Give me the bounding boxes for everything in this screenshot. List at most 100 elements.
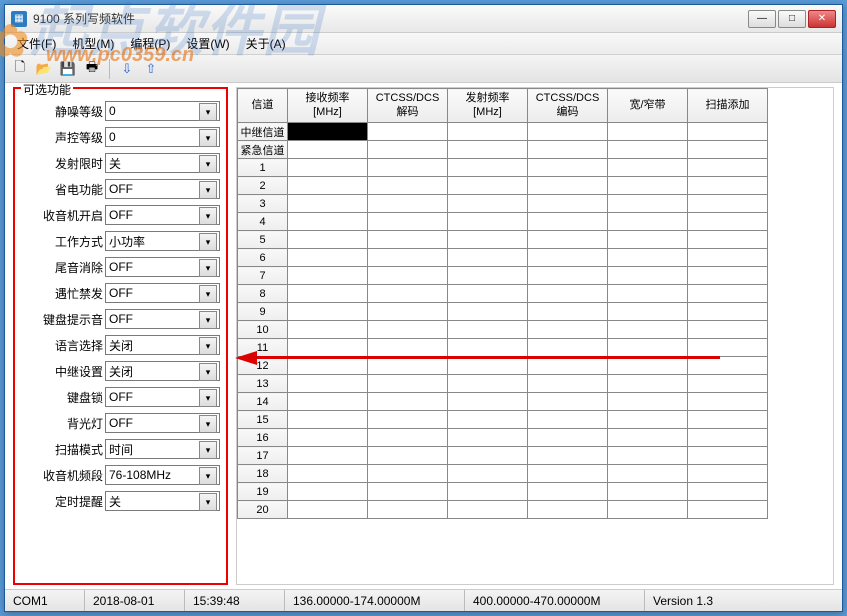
row-header[interactable]: 中继信道 xyxy=(238,123,288,141)
table-cell[interactable] xyxy=(288,447,368,465)
table-cell[interactable] xyxy=(608,195,688,213)
row-header[interactable]: 19 xyxy=(238,483,288,501)
option-select[interactable]: OFF xyxy=(105,257,220,277)
table-cell[interactable] xyxy=(368,429,448,447)
table-cell[interactable] xyxy=(608,249,688,267)
table-cell[interactable] xyxy=(528,213,608,231)
table-cell[interactable] xyxy=(288,285,368,303)
column-header[interactable]: 宽/窄带 xyxy=(608,89,688,123)
row-header[interactable]: 2 xyxy=(238,177,288,195)
table-cell[interactable] xyxy=(528,465,608,483)
table-cell[interactable] xyxy=(528,195,608,213)
table-cell[interactable] xyxy=(448,321,528,339)
table-cell[interactable] xyxy=(448,159,528,177)
table-cell[interactable] xyxy=(368,249,448,267)
table-cell[interactable] xyxy=(688,357,768,375)
table-cell[interactable] xyxy=(448,339,528,357)
table-cell[interactable] xyxy=(288,303,368,321)
table-cell[interactable] xyxy=(368,339,448,357)
new-icon[interactable]: 🗋 xyxy=(9,58,31,80)
option-select[interactable]: 关 xyxy=(105,153,220,173)
table-cell[interactable] xyxy=(528,285,608,303)
row-header[interactable]: 7 xyxy=(238,267,288,285)
row-header[interactable]: 8 xyxy=(238,285,288,303)
table-cell[interactable] xyxy=(368,159,448,177)
table-cell[interactable] xyxy=(528,303,608,321)
row-header[interactable]: 紧急信道 xyxy=(238,141,288,159)
column-header[interactable]: 扫描添加 xyxy=(688,89,768,123)
row-header[interactable]: 5 xyxy=(238,231,288,249)
table-cell[interactable] xyxy=(688,465,768,483)
option-select[interactable]: 关闭 xyxy=(105,335,220,355)
table-cell[interactable] xyxy=(448,231,528,249)
table-cell[interactable] xyxy=(608,231,688,249)
menu-about[interactable]: 关于(A) xyxy=(238,33,294,54)
table-cell[interactable] xyxy=(288,465,368,483)
table-cell[interactable] xyxy=(688,249,768,267)
table-cell[interactable] xyxy=(448,285,528,303)
table-cell[interactable] xyxy=(608,123,688,141)
table-cell[interactable] xyxy=(448,411,528,429)
column-header[interactable]: CTCSS/DCS编码 xyxy=(528,89,608,123)
table-cell[interactable] xyxy=(448,267,528,285)
table-cell[interactable] xyxy=(688,285,768,303)
table-cell[interactable] xyxy=(368,411,448,429)
table-cell[interactable] xyxy=(528,339,608,357)
option-select[interactable]: OFF xyxy=(105,387,220,407)
table-cell[interactable] xyxy=(448,357,528,375)
row-header[interactable]: 12 xyxy=(238,357,288,375)
option-select[interactable]: 小功率 xyxy=(105,231,220,251)
table-cell[interactable] xyxy=(688,321,768,339)
table-cell[interactable] xyxy=(368,231,448,249)
table-cell[interactable] xyxy=(528,375,608,393)
table-cell[interactable] xyxy=(368,213,448,231)
open-icon[interactable]: 📂 xyxy=(33,58,55,80)
table-cell[interactable] xyxy=(288,141,368,159)
row-header[interactable]: 11 xyxy=(238,339,288,357)
print-icon[interactable]: 🖶 xyxy=(81,58,103,80)
option-select[interactable]: OFF xyxy=(105,413,220,433)
table-cell[interactable] xyxy=(288,195,368,213)
table-cell[interactable] xyxy=(288,429,368,447)
column-header[interactable]: CTCSS/DCS解码 xyxy=(368,89,448,123)
table-cell[interactable] xyxy=(608,321,688,339)
table-cell[interactable] xyxy=(688,195,768,213)
table-cell[interactable] xyxy=(608,303,688,321)
table-cell[interactable] xyxy=(288,123,368,141)
table-cell[interactable] xyxy=(288,177,368,195)
table-cell[interactable] xyxy=(688,501,768,519)
table-cell[interactable] xyxy=(528,159,608,177)
table-cell[interactable] xyxy=(448,195,528,213)
table-cell[interactable] xyxy=(608,501,688,519)
row-header[interactable]: 4 xyxy=(238,213,288,231)
table-cell[interactable] xyxy=(688,375,768,393)
table-cell[interactable] xyxy=(528,411,608,429)
close-button[interactable]: ✕ xyxy=(808,10,836,28)
table-cell[interactable] xyxy=(608,213,688,231)
save-icon[interactable]: 💾 xyxy=(57,58,79,80)
row-header[interactable]: 14 xyxy=(238,393,288,411)
table-cell[interactable] xyxy=(608,159,688,177)
table-cell[interactable] xyxy=(368,357,448,375)
table-cell[interactable] xyxy=(368,123,448,141)
table-cell[interactable] xyxy=(528,483,608,501)
row-header[interactable]: 15 xyxy=(238,411,288,429)
table-cell[interactable] xyxy=(288,321,368,339)
table-cell[interactable] xyxy=(528,141,608,159)
table-cell[interactable] xyxy=(688,141,768,159)
table-cell[interactable] xyxy=(608,357,688,375)
table-cell[interactable] xyxy=(528,267,608,285)
table-cell[interactable] xyxy=(688,303,768,321)
table-cell[interactable] xyxy=(608,411,688,429)
row-header[interactable]: 9 xyxy=(238,303,288,321)
menu-program[interactable]: 编程(P) xyxy=(122,33,178,54)
table-cell[interactable] xyxy=(448,483,528,501)
row-header[interactable]: 1 xyxy=(238,159,288,177)
table-cell[interactable] xyxy=(288,357,368,375)
table-cell[interactable] xyxy=(688,231,768,249)
option-select[interactable]: 0 xyxy=(105,127,220,147)
table-cell[interactable] xyxy=(448,123,528,141)
table-cell[interactable] xyxy=(288,375,368,393)
row-header[interactable]: 13 xyxy=(238,375,288,393)
table-cell[interactable] xyxy=(608,465,688,483)
